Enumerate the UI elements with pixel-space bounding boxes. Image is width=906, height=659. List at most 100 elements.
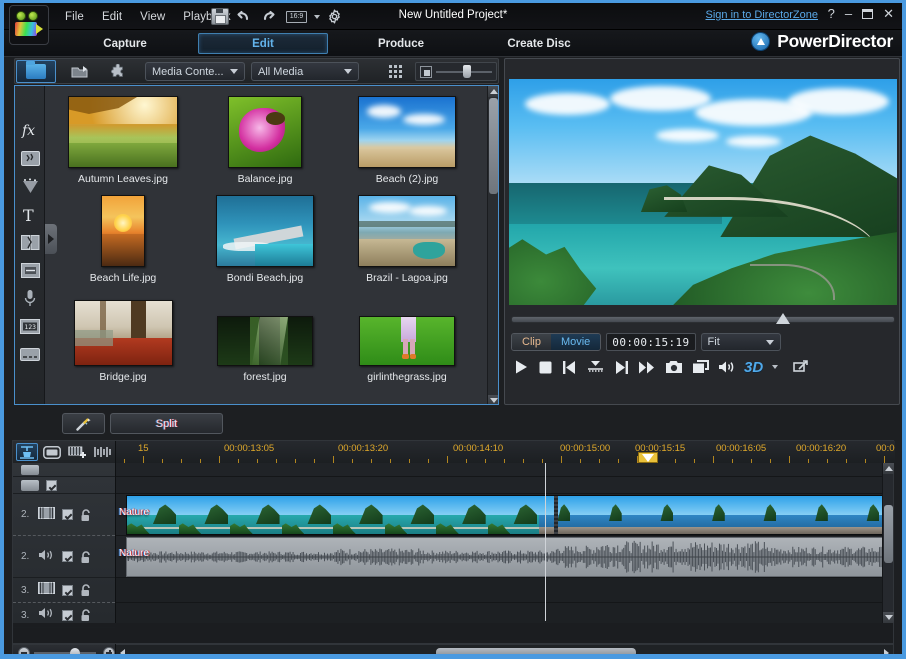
volume-button[interactable] (718, 360, 735, 374)
track-enable-checkbox[interactable] (62, 509, 73, 520)
tab-produce[interactable]: Produce (336, 33, 466, 54)
track-enable-checkbox[interactable] (62, 609, 73, 621)
thumbnail-size-track[interactable] (436, 64, 492, 78)
step-marker-button[interactable] (587, 360, 604, 375)
track-row-master[interactable] (116, 463, 884, 477)
content-selector[interactable]: Media Conte... (145, 62, 245, 81)
track-row-audio-3[interactable] (116, 603, 884, 623)
three-d-chevron-down-icon[interactable] (772, 365, 779, 369)
clip-movie-toggle[interactable]: Clip Movie (511, 333, 602, 351)
stop-button[interactable] (538, 360, 553, 375)
track-header-video-3[interactable]: 3. (13, 578, 115, 603)
track-header-video-2[interactable]: 2. (13, 494, 115, 536)
scroll-down-icon[interactable] (883, 612, 894, 623)
timeline-scrollbar-thumb[interactable] (884, 505, 893, 563)
sidebar-item-particle-room[interactable] (15, 172, 45, 200)
zoom-out-icon[interactable] (18, 646, 30, 654)
zoom-in-icon[interactable] (103, 646, 115, 654)
snapshot-button[interactable] (665, 360, 683, 374)
scroll-right-icon[interactable] (880, 646, 893, 654)
media-filter-selector[interactable]: All Media (251, 62, 359, 81)
list-item[interactable]: girlinthegrass.jpg (342, 294, 472, 383)
scroll-up-icon[interactable] (488, 86, 498, 97)
library-scrollbar[interactable] (487, 86, 498, 404)
list-item[interactable]: forest.jpg (200, 294, 330, 383)
tab-edit[interactable]: Edit (198, 33, 328, 54)
sidebar-item-pip-objects-room[interactable] (15, 144, 45, 172)
magic-tools-button[interactable] (62, 413, 105, 434)
timeline-zoom-knob[interactable] (69, 647, 80, 654)
scroll-up-icon[interactable] (883, 463, 894, 474)
track-enable-checkbox[interactable] (62, 551, 73, 562)
storyboard-view-button[interactable] (41, 443, 63, 461)
signin-link[interactable]: Sign in to DirectorZone (706, 9, 819, 21)
track-manager-button[interactable] (91, 443, 113, 461)
plugin-icon[interactable] (103, 60, 133, 83)
track-header-audio-3[interactable]: 3. (13, 603, 115, 628)
track-header-audio-2[interactable]: 2. (13, 536, 115, 578)
list-item[interactable]: Autumn Leaves.jpg (58, 96, 188, 185)
clip-split-edge[interactable] (554, 496, 558, 534)
playhead-handle[interactable] (638, 452, 658, 463)
track-row-video-3[interactable] (116, 578, 884, 603)
media-room-icon[interactable] (16, 60, 56, 83)
sidebar-item-chapter-room[interactable]: 123 (15, 312, 45, 340)
close-button[interactable]: ✕ (883, 7, 894, 21)
next-frame-button[interactable] (613, 360, 629, 375)
preview-scrubber[interactable] (511, 312, 895, 328)
three-d-button[interactable]: 3D (744, 359, 763, 376)
duplicate-window-button[interactable] (692, 360, 709, 374)
track-row-video-2[interactable]: Nature (116, 494, 884, 536)
tab-create-disc[interactable]: Create Disc (474, 33, 604, 54)
lock-icon[interactable] (80, 550, 91, 563)
add-track-button[interactable] (66, 443, 88, 461)
sidebar-item-transition-room[interactable] (15, 228, 45, 256)
preview-scrubber-handle[interactable] (776, 313, 790, 324)
preview-scrubber-track[interactable] (511, 316, 895, 323)
minimize-button[interactable]: – (845, 7, 852, 21)
scroll-down-icon[interactable] (488, 395, 498, 404)
track-row-effect[interactable] (116, 477, 884, 494)
timeline-zoom-track[interactable] (34, 647, 96, 654)
audio-clip[interactable] (126, 537, 884, 577)
video-clip[interactable] (126, 495, 884, 535)
timeline-ruler[interactable]: 15 00:00:13:05 00:00:13:20 00:00:14:10 0… (116, 441, 895, 463)
maximize-button[interactable] (862, 9, 874, 19)
play-button[interactable] (513, 359, 529, 375)
track-enable-checkbox[interactable] (46, 479, 57, 491)
track-header-effect[interactable] (13, 477, 115, 494)
list-item[interactable]: Bridge.jpg (58, 294, 188, 383)
timeline-horizontal-scrollbar[interactable] (116, 645, 893, 654)
timeline-vertical-scrollbar[interactable] (882, 463, 894, 623)
lock-icon[interactable] (80, 508, 91, 521)
thumbnail-size-slider[interactable] (415, 62, 497, 81)
list-item[interactable]: Beach Life.jpg (58, 195, 188, 284)
thumbnail-size-knob[interactable] (462, 64, 471, 78)
clip-mode-button[interactable]: Clip (512, 334, 551, 350)
list-item[interactable]: Brazil - Lagoa.jpg (342, 195, 472, 284)
track-row-audio-2[interactable]: Nature (116, 536, 884, 578)
movie-mode-button[interactable]: Movie (550, 334, 601, 350)
scroll-left-icon[interactable] (116, 646, 129, 654)
sidebar-item-audio-mixing-room[interactable] (15, 256, 45, 284)
sidebar-item-title-room[interactable]: T (15, 200, 45, 228)
lock-icon[interactable] (80, 584, 91, 596)
list-item[interactable]: Balance.jpg (200, 96, 330, 185)
import-media-icon[interactable] (65, 60, 95, 83)
timecode-display[interactable]: 00:00:15:19 (606, 333, 696, 351)
tab-capture[interactable]: Capture (60, 33, 190, 54)
timeline-view-button[interactable] (16, 443, 38, 461)
sidebar-item-effect-room[interactable]: fx (15, 116, 45, 144)
fit-mode-selector[interactable]: Fit (700, 333, 781, 351)
list-item[interactable]: Bondi Beach.jpg (200, 195, 330, 284)
track-header-master[interactable] (13, 463, 115, 477)
fast-forward-button[interactable] (638, 360, 656, 375)
library-scrollbar-thumb[interactable] (489, 98, 498, 194)
timeline-track-area[interactable]: Nature Nature (116, 463, 884, 623)
sidebar-item-subtitle-room[interactable] (15, 340, 45, 368)
preview-video-image[interactable] (509, 79, 897, 305)
track-enable-checkbox[interactable] (62, 584, 73, 596)
grid-view-icon[interactable] (383, 60, 407, 83)
lock-icon[interactable] (80, 609, 91, 621)
fullscreen-button[interactable] (793, 360, 809, 374)
